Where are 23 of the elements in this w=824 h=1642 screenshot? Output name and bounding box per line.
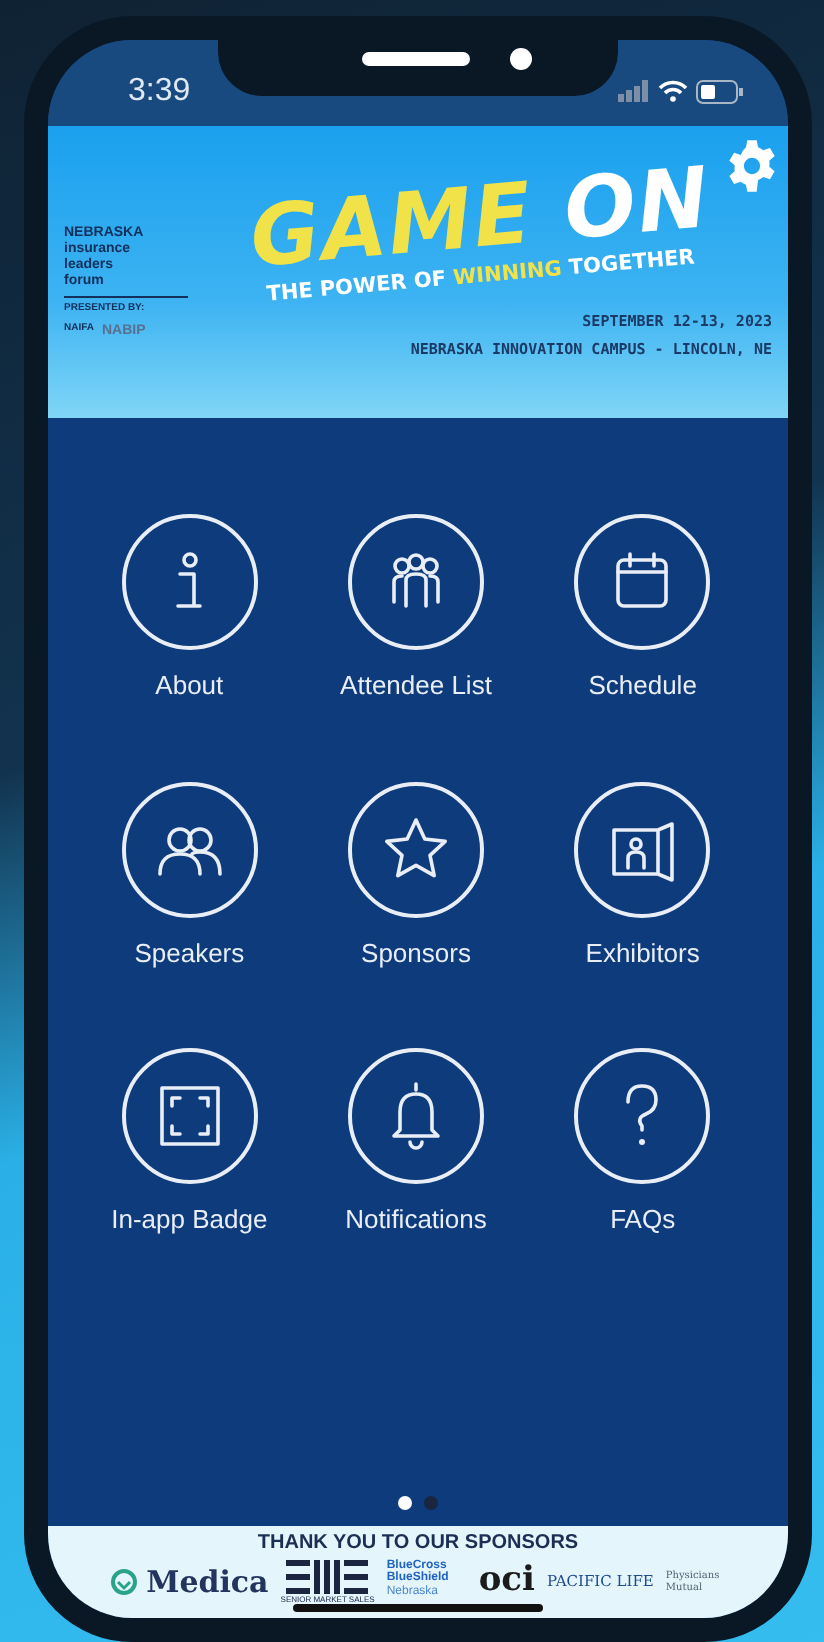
speaker-grille [362, 52, 470, 66]
status-time: 3:39 [128, 71, 191, 111]
page-dot[interactable] [424, 1496, 438, 1510]
menu-tile-button[interactable]: Exhibitors [529, 781, 756, 972]
menu-tile-button[interactable]: Schedule [529, 514, 756, 705]
wifi-icon [658, 80, 688, 102]
menu-tile-button[interactable]: Sponsors [302, 781, 530, 972]
menu-tile-button[interactable]: Speakers [76, 781, 303, 972]
stripes-logo-icon [285, 1559, 370, 1594]
menu-tile-button[interactable]: In-app Badge [76, 1048, 303, 1239]
medica-mark-icon [110, 1567, 139, 1596]
sponsor-logo: Medica [110, 1559, 269, 1604]
menu-tile-button[interactable]: Notifications [302, 1048, 530, 1239]
sponsor-logo: oci [478, 1558, 535, 1604]
signal-icon [618, 80, 650, 102]
settings-icon[interactable] [724, 138, 780, 194]
page-dot[interactable] [398, 1496, 412, 1510]
sponsors-heading: THANK YOU TO OUR SPONSORS [257, 1532, 579, 1556]
battery-icon [696, 79, 744, 103]
menu-tile-button[interactable]: FAQs [529, 1048, 756, 1239]
menu-tile-button[interactable]: About [76, 514, 303, 705]
menu-tile-button[interactable]: Attendee List [302, 514, 530, 705]
front-camera [510, 48, 532, 70]
